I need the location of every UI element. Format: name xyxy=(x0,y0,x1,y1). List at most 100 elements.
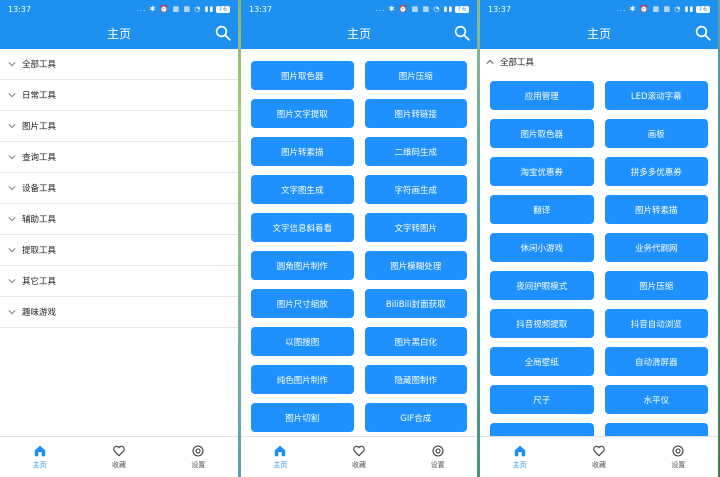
status-icons: ... ✱ ⏰ ▦ ▦ ◔ ▮▮ 76 xyxy=(136,5,230,13)
bottom-nav: 主页 收藏 设置 xyxy=(0,436,238,477)
nav-favorites-label: 收藏 xyxy=(352,461,366,469)
page-title: 主页 xyxy=(586,27,611,41)
category-row[interactable]: 其它工具 xyxy=(0,266,238,297)
category-label: 辅助工具 xyxy=(22,215,57,225)
status-bar: 13:37 ... ✱ ⏰ ▦ ▦ ◔ ▮▮ 76 xyxy=(480,0,718,18)
status-icons: ... ✱ ⏰ ▦ ▦ ◔ ▮▮ 76 xyxy=(616,5,710,13)
tool-button[interactable]: 隐藏图制作 xyxy=(364,365,467,394)
nav-favorites-label: 收藏 xyxy=(111,461,126,469)
tool-button[interactable]: 以图搜图 xyxy=(251,327,354,356)
tool-button[interactable]: 图片切割 xyxy=(251,403,354,432)
tool-grid-area: 图片取色器 图片压缩 图片文字提取 图片转链接 图片转素描 二维码生成 文字图生成 字符画生成… xyxy=(241,49,477,437)
tool-button[interactable]: 二维码生成 xyxy=(364,137,467,166)
status-bar: 13:37 ... ✱ ⏰ ▦ ▦ ◔ ▮▮ 76 xyxy=(0,0,238,18)
tool-button[interactable]: 图片黑白化 xyxy=(364,327,467,356)
status-time: 13:37 xyxy=(8,4,32,14)
chevron-up-icon xyxy=(484,56,496,68)
chevron-down-icon xyxy=(6,213,18,225)
tool-button[interactable]: 抖音视频提取 xyxy=(490,309,594,338)
tool-button[interactable]: 尺子 xyxy=(490,385,594,414)
tool-button[interactable]: 抖音自动浏览 xyxy=(604,309,708,338)
nav-favorites[interactable]: 收藏 xyxy=(79,437,158,477)
tool-button[interactable]: 拼多多优惠券 xyxy=(604,157,708,186)
tool-button[interactable]: 画板 xyxy=(604,119,708,148)
tool-button[interactable]: GIF合成 xyxy=(364,403,467,432)
nav-home-label: 主页 xyxy=(512,461,527,469)
nav-settings[interactable]: 设置 xyxy=(398,437,477,477)
category-row[interactable]: 趣味游戏 xyxy=(0,297,238,328)
section-title: 全部工具 xyxy=(500,58,535,68)
search-icon[interactable] xyxy=(694,24,712,42)
nav-settings-label: 设置 xyxy=(191,461,206,469)
tool-button[interactable]: 翻译 xyxy=(490,195,594,224)
tool-button[interactable]: 图片转链接 xyxy=(364,99,467,128)
search-icon[interactable] xyxy=(453,24,471,42)
tool-button[interactable]: 图片文字提取 xyxy=(251,99,354,128)
category-label: 图片工具 xyxy=(22,122,57,132)
tool-button[interactable]: 图片模糊处理 xyxy=(364,251,467,280)
all-tools-area: 全部工具 应用管理 LED滚动字幕 图片取色器 画板 淘宝优惠券 拼多多优惠券 翻译 图片转素… xyxy=(480,49,718,437)
tool-button[interactable]: 应用管理 xyxy=(490,81,594,110)
tool-button[interactable]: 全局壁纸 xyxy=(490,347,594,376)
tool-button[interactable]: 业务代刷网 xyxy=(604,233,708,262)
nav-settings[interactable]: 设置 xyxy=(159,437,238,477)
tool-button[interactable]: LED滚动字幕 xyxy=(604,81,708,110)
category-row[interactable]: 图片工具 xyxy=(0,111,238,142)
status-icons: ... ✱ ⏰ ▦ ▦ ◔ ▮▮ 76 xyxy=(375,5,469,13)
tool-button[interactable]: BiliBili封面获取 xyxy=(364,289,467,318)
nav-favorites[interactable]: 收藏 xyxy=(559,437,638,477)
nav-home-label: 主页 xyxy=(273,461,288,469)
tool-button[interactable]: 夜间护眼模式 xyxy=(490,271,594,300)
tool-button[interactable]: 图片取色器 xyxy=(251,61,354,90)
category-row[interactable]: 辅助工具 xyxy=(0,204,238,235)
tool-button[interactable]: 淘宝优惠券 xyxy=(490,157,594,186)
nav-home[interactable]: 主页 xyxy=(241,437,320,477)
category-label: 设备工具 xyxy=(22,184,57,194)
nav-home[interactable]: 主页 xyxy=(480,437,559,477)
nav-favorites[interactable]: 收藏 xyxy=(320,437,399,477)
tool-button[interactable]: 图片转素描 xyxy=(604,195,708,224)
tool-button[interactable]: 图片取色器 xyxy=(490,119,594,148)
category-row[interactable]: 日常工具 xyxy=(0,80,238,111)
category-row[interactable]: 设备工具 xyxy=(0,173,238,204)
nav-favorites-label: 收藏 xyxy=(591,461,606,469)
status-bar: 13:37 ... ✱ ⏰ ▦ ▦ ◔ ▮▮ 76 xyxy=(241,0,477,18)
page-title: 主页 xyxy=(106,27,131,41)
tool-button[interactable]: 纯色图片制作 xyxy=(251,365,354,394)
tool-button[interactable]: 文字信息斜着看 xyxy=(251,213,354,242)
category-row[interactable]: 提取工具 xyxy=(0,235,238,266)
app-bar: 主页 xyxy=(0,18,238,49)
nav-settings[interactable]: 设置 xyxy=(639,437,718,477)
section-header-all-tools[interactable]: 全部工具 xyxy=(480,49,718,75)
tool-button[interactable]: 图片转素描 xyxy=(251,137,354,166)
tool-button[interactable]: 自动滑屏器 xyxy=(604,347,708,376)
bottom-nav: 主页 收藏 设置 xyxy=(241,436,477,477)
tool-button[interactable]: 文字图生成 xyxy=(251,175,354,204)
category-row[interactable]: 查询工具 xyxy=(0,142,238,173)
tool-button[interactable]: 图片压缩 xyxy=(364,61,467,90)
tool-button[interactable]: 圆角图片制作 xyxy=(251,251,354,280)
tool-button[interactable] xyxy=(490,423,594,437)
nav-home[interactable]: 主页 xyxy=(0,437,79,477)
tool-button[interactable] xyxy=(604,423,708,437)
category-row[interactable]: 全部工具 xyxy=(0,49,238,80)
nav-settings-label: 设置 xyxy=(430,461,445,469)
search-icon[interactable] xyxy=(214,24,232,42)
tool-button[interactable]: 图片尺寸缩放 xyxy=(251,289,354,318)
settings-icon xyxy=(192,445,204,457)
phone-screen-image-tools: 13:37 ... ✱ ⏰ ▦ ▦ ◔ ▮▮ 76 主页 图片取色器 图片压缩 图片文… xyxy=(241,0,477,477)
tool-button[interactable]: 字符画生成 xyxy=(364,175,467,204)
chevron-down-icon xyxy=(6,275,18,287)
tool-button[interactable]: 休闲小游戏 xyxy=(490,233,594,262)
tool-button[interactable]: 水平仪 xyxy=(604,385,708,414)
heart-icon xyxy=(353,445,365,457)
home-icon xyxy=(514,445,525,457)
tool-button[interactable]: 文字转图片 xyxy=(364,213,467,242)
category-label: 趣味游戏 xyxy=(22,308,57,318)
chevron-down-icon xyxy=(6,89,18,101)
page-title: 主页 xyxy=(346,27,371,41)
nav-settings-label: 设置 xyxy=(671,461,686,469)
battery-icon: 76 xyxy=(216,6,230,13)
phone-screen-categories: 13:37 ... ✱ ⏰ ▦ ▦ ◔ ▮▮ 76 主页 全部工具 日常工具图片工具… xyxy=(0,0,238,477)
tool-button[interactable]: 图片压缩 xyxy=(604,271,708,300)
